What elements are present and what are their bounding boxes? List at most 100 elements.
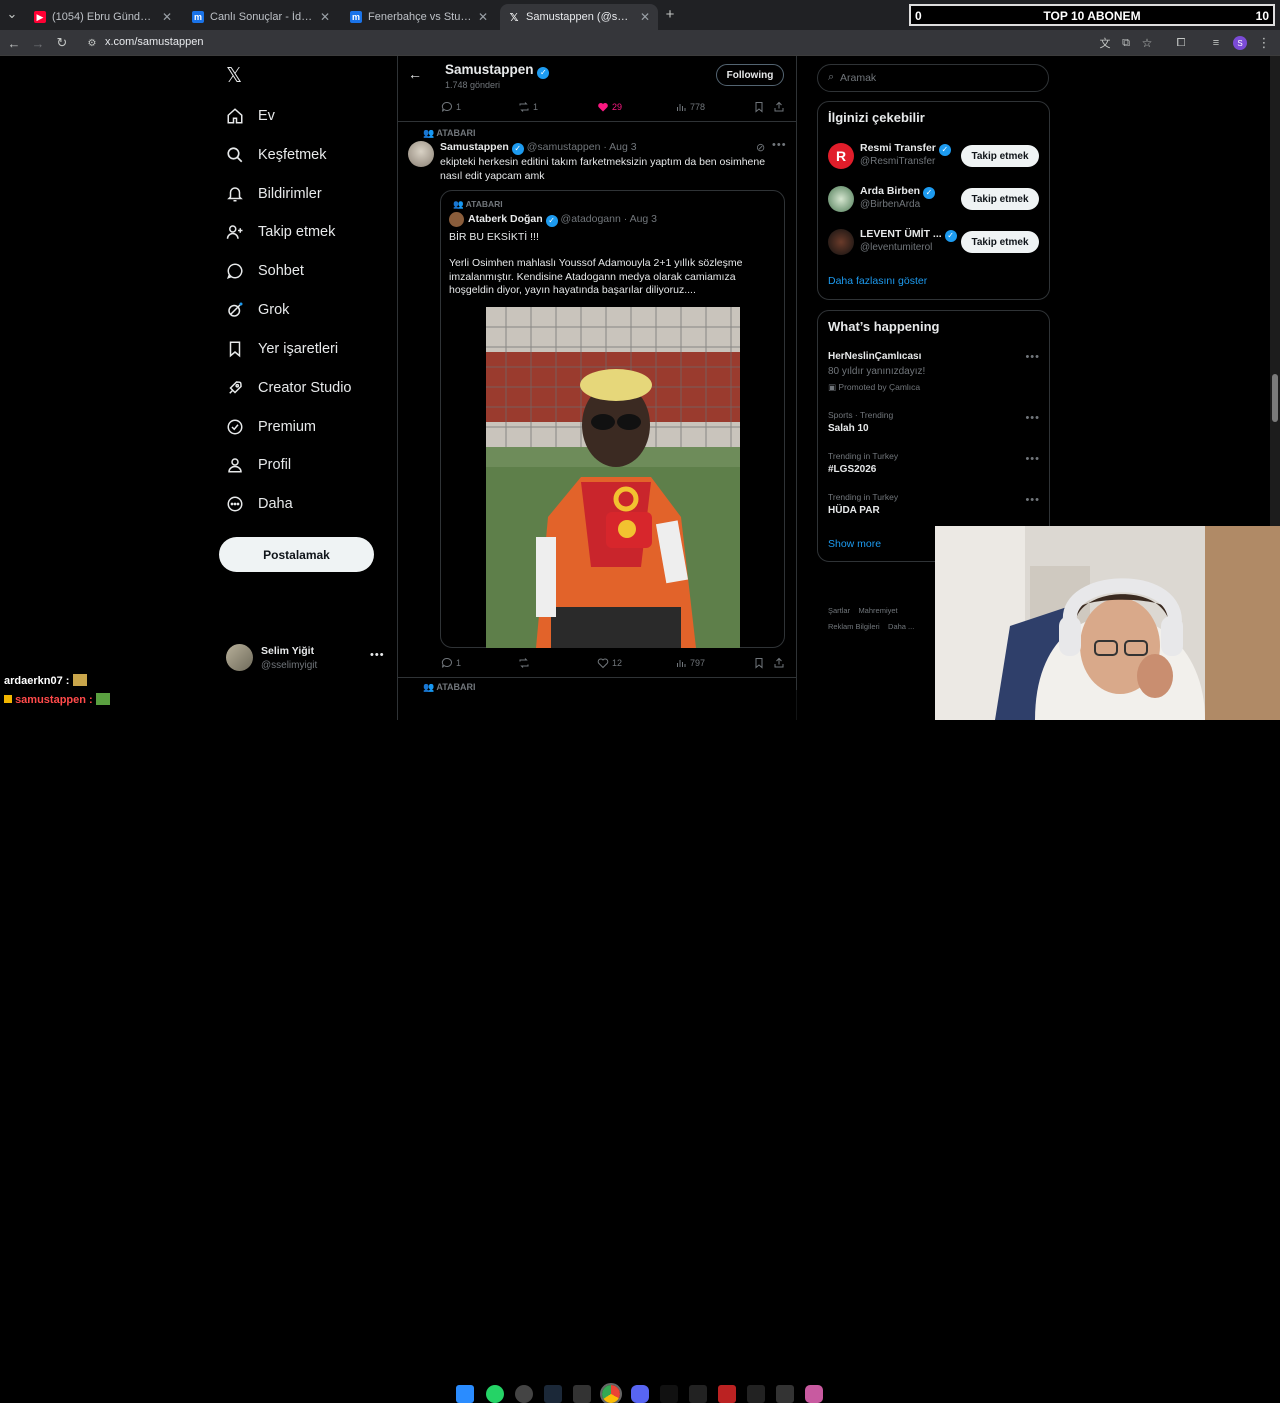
follow-button[interactable]: Takip etmek [961,188,1039,210]
suggested-user[interactable]: Arda Birben ✓ @BirbenArda Takip etmek [828,184,1040,216]
share-action[interactable] [773,101,785,113]
like-action[interactable]: 12 [597,657,622,669]
show-more-link[interactable]: Show more [828,538,881,550]
tweet-date[interactable]: · Aug 3 [603,141,636,153]
chat-message: ardaerkn07 : [4,674,87,687]
app-icon[interactable] [689,1385,707,1403]
chrome-icon[interactable] [600,1383,622,1403]
tweet-photo[interactable] [486,307,740,648]
nav-item-profile[interactable]: Profil [226,451,291,479]
views-action[interactable]: 797 [675,657,705,669]
nav-item-creator-studio[interactable]: Creator Studio [226,374,352,402]
reading-list-icon[interactable]: ≡ [1208,35,1224,51]
browser-tab[interactable]: ▶ (1054) Ebru Gündeş - Ararsam Bulurum ✕ [26,4,180,30]
author-name[interactable]: Samustappen [440,141,509,153]
nav-item-more[interactable]: Daha [226,490,293,518]
follow-button[interactable]: Takip etmek [961,145,1039,167]
share-action[interactable] [773,657,785,669]
more-dots-icon[interactable]: ••• [1025,494,1040,506]
more-dots-icon[interactable]: ••• [1025,412,1040,424]
tab-search-icon[interactable]: ⌄ [4,6,20,22]
bookmark-action[interactable] [753,657,765,669]
nav-item-follow[interactable]: Takip etmek [226,218,335,246]
nav-item-grok[interactable]: Grok [226,296,289,324]
reply-action[interactable]: 1 [441,657,461,669]
app-icon[interactable] [805,1385,823,1403]
bell-icon [227,187,243,202]
nav-item-explore[interactable]: Keşfetmek [226,141,327,169]
nav-item-home[interactable]: Ev [226,102,275,130]
new-tab-icon[interactable]: + [662,6,678,23]
translate-icon[interactable]: 文 [1097,35,1113,51]
back-arrow-icon[interactable]: ← [408,66,422,82]
forward-icon[interactable]: → [30,35,46,51]
more-dots-icon[interactable]: ••• [1025,351,1040,363]
show-more-link[interactable]: Daha fazlasını göster [828,275,927,287]
tweet-separator [398,121,796,122]
reply-action[interactable]: 1 [441,101,461,113]
footer-link[interactable]: Reklam Bilgileri [828,622,880,631]
whatsapp-icon[interactable] [486,1385,504,1403]
author-handle[interactable]: @samustappen [527,141,601,153]
nav-item-bookmarks[interactable]: Yer işaretleri [226,335,338,363]
search-box[interactable]: ⌕ Aramak [817,64,1049,92]
windows-start-icon[interactable] [456,1385,474,1403]
more-dots-icon[interactable]: ••• [1025,453,1040,465]
bookmark-action[interactable] [753,101,765,113]
trend-item[interactable]: Trending in Turkey HÜDA PAR ••• [828,492,1040,520]
suggested-user[interactable]: LEVENT ÜMİT ... ✓ @leventumiterol Takip … [828,227,1040,259]
browser-tab[interactable]: m Canlı Sonuçlar - İddaa Sonuçları - Maç… [184,4,338,30]
account-switcher[interactable]: Selim Yiğit @sselimyigit ••• [226,643,384,675]
browser-tab-active[interactable]: 𝕏 Samustappen (@samustappen) / X ✕ [500,4,658,30]
tiktok-icon[interactable] [660,1385,678,1403]
profile-avatar-icon[interactable]: S [1232,35,1248,51]
avatar[interactable] [408,141,434,167]
discord-icon[interactable] [631,1385,649,1403]
like-action[interactable]: 29 [597,101,622,113]
nav-item-chat[interactable]: Sohbet [226,257,304,285]
trend-title: HÜDA PAR [828,505,880,516]
site-info-icon[interactable]: ⚙ [84,35,100,51]
epic-games-icon[interactable] [573,1385,591,1403]
nav-item-premium[interactable]: Premium [226,413,316,441]
post-button[interactable]: Postalamak [219,537,374,572]
suggested-user[interactable]: R Resmi Transfer ✓ @ResmiTransfer Takip … [828,141,1040,173]
more-dots-icon[interactable]: ••• [370,649,385,661]
close-icon[interactable]: ✕ [640,10,650,24]
rocket-icon [229,381,242,394]
browser-tab-bar: ⌄ ▶ (1054) Ebru Gündeş - Ararsam Bulurum… [0,0,1280,30]
following-button[interactable]: Following [716,64,784,86]
repost-action[interactable] [518,657,533,669]
steam-icon[interactable] [544,1385,562,1403]
quoted-tweet-card[interactable]: 👥 ATABARI Ataberk Doğan ✓ @atadogann · A… [440,190,785,648]
footer-link[interactable]: Daha ... [888,622,914,631]
close-icon[interactable]: ✕ [162,10,172,24]
repost-action[interactable]: 1 [518,101,538,113]
scrollbar-thumb[interactable] [1272,374,1278,422]
menu-icon[interactable]: ⋮ [1256,35,1272,51]
grok-icon[interactable]: ⊘ [756,141,765,154]
browser-tab[interactable]: m Fenerbahçe vs Sturm Graz, Takımlar ✕ [342,4,496,30]
footer-link[interactable]: Şartlar [828,606,850,615]
footer-link[interactable]: Mahremiyet [858,606,897,615]
install-icon[interactable]: ⧉ [1118,35,1134,51]
app-icon[interactable] [515,1385,533,1403]
terminal-icon[interactable] [776,1385,794,1403]
follow-button[interactable]: Takip etmek [961,231,1039,253]
reload-icon[interactable]: ↻ [54,35,70,51]
trend-item[interactable]: Trending in Turkey #LGS2026 ••• [828,451,1040,479]
bookmark-star-icon[interactable]: ☆ [1139,35,1155,51]
nav-item-notifications[interactable]: Bildirimler [226,180,322,208]
close-icon[interactable]: ✕ [320,10,330,24]
app-icon[interactable] [747,1385,765,1403]
close-icon[interactable]: ✕ [478,10,488,24]
trend-item[interactable]: HerNeslinÇamlıcası 80 yıldır yanınızdayı… [828,351,1040,395]
extensions-icon[interactable]: ⧠ [1173,35,1189,51]
x-logo-icon[interactable]: 𝕏 [226,66,246,86]
valorant-icon[interactable] [718,1385,736,1403]
more-dots-icon[interactable]: ••• [772,139,787,151]
address-bar[interactable]: x.com/samustappen [105,36,203,48]
views-action[interactable]: 778 [675,101,705,113]
back-icon[interactable]: ← [6,35,22,51]
trend-item[interactable]: Sports · Trending Salah 10 ••• [828,410,1040,438]
